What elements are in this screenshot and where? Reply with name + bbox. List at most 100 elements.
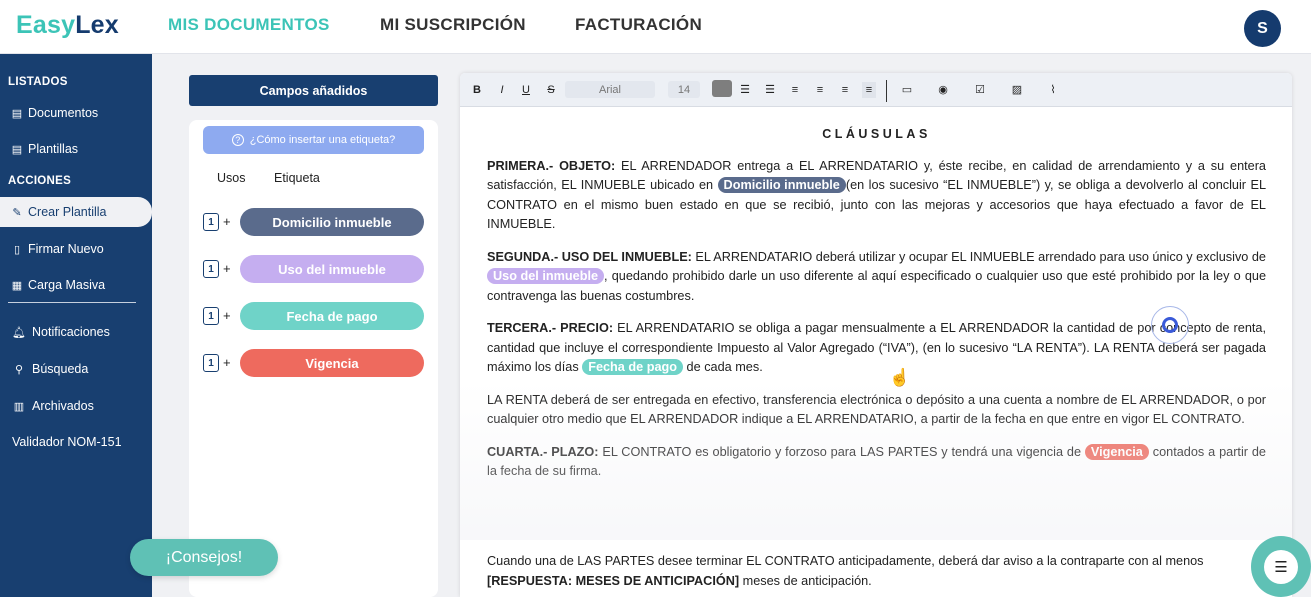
align-right-icon[interactable]: ≡ — [838, 82, 852, 98]
fields-panel-header: Campos añadidos — [189, 75, 438, 106]
clause-heading: PRIMERA.- OBJETO: — [487, 158, 616, 173]
clause-text: EL ARRENDATARIO deberá utilizar y ocupar… — [691, 249, 1266, 264]
sidebar-item-label: Archivados — [32, 399, 94, 413]
clause-text: , quedando prohibido darle un uso difere… — [487, 269, 1266, 303]
bulk-upload-icon: ▦ — [11, 279, 23, 292]
tips-button[interactable]: ¡Consejos! — [130, 539, 278, 576]
editor-toolbar: B I U S Arial 14 ☰ ☰ ≡ ≡ ≡ ≡ ▭ ◉ ☑ ▨ ⌇ — [460, 73, 1292, 107]
logo-part2: Lex — [75, 11, 119, 39]
template-icon: ▤ — [11, 143, 23, 156]
help-label: ¿Cómo insertar una etiqueta? — [249, 134, 396, 146]
sidebar-item-label: Plantillas — [28, 142, 79, 156]
sidebar-item-label: Documentos — [28, 106, 99, 120]
text-color-picker[interactable] — [712, 80, 732, 97]
clause-text: meses de anticipación. — [739, 573, 872, 588]
nav-mis-documentos[interactable]: MIS DOCUMENTOS — [168, 15, 330, 35]
numbered-list-icon[interactable]: ☰ — [763, 82, 777, 98]
tag-usage-count: 1 — [203, 260, 219, 278]
tag-button-uso[interactable]: Uso del inmueble — [240, 255, 424, 283]
nav-mi-suscripcion[interactable]: MI SUSCRIPCIÓN — [380, 15, 526, 35]
sidebar-item-validador[interactable]: Validador NOM-151 — [0, 427, 152, 457]
archive-icon: ▥ — [13, 400, 25, 413]
sidebar-item-label: Notificaciones — [32, 325, 110, 339]
document-title: CLÁUSULAS — [822, 127, 931, 141]
edit-icon: ✎ — [12, 206, 22, 219]
sidebar-divider — [8, 302, 136, 303]
italic-button[interactable]: I — [495, 82, 509, 98]
column-header-usos: Usos — [217, 171, 246, 185]
image-icon[interactable]: ▨ — [1010, 82, 1024, 98]
sidebar-section-listados: LISTADOS — [8, 76, 68, 88]
sidebar-item-busqueda[interactable]: ⚲ Búsqueda — [0, 354, 152, 384]
tag-usage-count: 1 — [203, 213, 219, 231]
sidebar-item-label: Crear Plantilla — [28, 205, 107, 219]
sidebar-item-plantillas[interactable]: ▤ Plantillas — [0, 134, 152, 164]
radio-icon[interactable]: ◉ — [936, 82, 950, 98]
tag-button-fecha-pago[interactable]: Fecha de pago — [240, 302, 424, 330]
clause-tercera: TERCERA.- PRECIO: EL ARRENDATARIO se obl… — [487, 319, 1266, 378]
sidebar-item-crear-plantilla[interactable]: ✎ Crear Plantilla — [0, 197, 152, 227]
sidebar-item-archivados[interactable]: ▥ Archivados — [0, 391, 152, 421]
sidebar-item-label: Firmar Nuevo — [28, 242, 104, 256]
clause-heading: SEGUNDA.- USO DEL INMUEBLE: — [487, 249, 692, 264]
sidebar-item-carga-masiva[interactable]: ▦ Carga Masiva — [0, 270, 152, 300]
search-icon: ⚲ — [14, 363, 24, 376]
sidebar-item-label: Búsqueda — [32, 362, 89, 376]
insert-field-icon[interactable]: ▭ — [900, 82, 914, 98]
column-header-etiqueta: Etiqueta — [274, 171, 320, 185]
sidebar-item-label: Carga Masiva — [28, 278, 106, 292]
avatar[interactable]: S — [1244, 10, 1281, 47]
chat-button[interactable]: ☰ — [1251, 536, 1311, 597]
logo[interactable]: EasyLex — [16, 11, 119, 40]
document-body[interactable]: CLÁUSULAS PRIMERA.- OBJETO: EL ARRENDADO… — [487, 125, 1266, 495]
clause-cuarta: CUARTA.- PLAZO: EL CONTRATO es obligator… — [487, 443, 1266, 482]
inline-tag-vigencia[interactable]: Vigencia — [1084, 443, 1149, 460]
tag-button-domicilio[interactable]: Domicilio inmueble — [240, 208, 424, 236]
sidebar-item-notificaciones[interactable]: 🔔︎ Notificaciones — [0, 317, 152, 347]
clause-text: EL CONTRATO es obligatorio y forzoso par… — [598, 444, 1085, 459]
question-icon: ? — [231, 134, 244, 146]
placeholder-response: [RESPUESTA: MESES DE ANTICIPACIÓN] — [487, 573, 740, 588]
align-center-icon[interactable]: ≡ — [813, 82, 827, 98]
nav-facturacion[interactable]: FACTURACIÓN — [575, 15, 702, 35]
clause-terminacion: Cuando una de LAS PARTES desee terminar … — [487, 552, 1266, 591]
underline-button[interactable]: U — [519, 82, 533, 98]
tag-usage-count: 1 — [203, 354, 219, 372]
clause-segunda: SEGUNDA.- USO DEL INMUEBLE: EL ARRENDATA… — [487, 248, 1266, 307]
inline-tag-uso[interactable]: Uso del inmueble — [487, 268, 605, 284]
bell-icon: 🔔︎ — [12, 326, 26, 339]
bullet-list-icon[interactable]: ☰ — [738, 82, 752, 98]
add-tag-plus-icon[interactable]: + — [223, 308, 231, 323]
sign-icon: ▯ — [13, 243, 21, 256]
click-indicator — [1151, 306, 1189, 344]
add-tag-plus-icon[interactable]: + — [223, 214, 231, 229]
clause-heading: TERCERA.- PRECIO: — [487, 321, 614, 335]
logo-part1: Easy — [16, 11, 76, 39]
inline-tag-fecha-pago[interactable]: Fecha de pago — [582, 359, 684, 375]
font-family-select[interactable]: Arial — [565, 81, 655, 98]
add-tag-plus-icon[interactable]: + — [223, 261, 231, 276]
clause-text: Cuando una de LAS PARTES desee terminar … — [487, 554, 1204, 568]
sidebar-item-firmar-nuevo[interactable]: ▯ Firmar Nuevo — [0, 234, 152, 264]
checkbox-icon[interactable]: ☑ — [973, 82, 987, 98]
sidebar-section-acciones: ACCIONES — [8, 175, 72, 187]
hand-cursor-icon: ☝ — [889, 368, 911, 387]
bold-button[interactable]: B — [470, 82, 484, 98]
font-size-select[interactable]: 14 — [668, 81, 700, 98]
add-tag-plus-icon[interactable]: + — [223, 355, 231, 370]
top-bar: EasyLex MIS DOCUMENTOS MI SUSCRIPCIÓN FA… — [0, 0, 1311, 54]
help-insert-tag-button[interactable]: ? ¿Cómo insertar una etiqueta? — [203, 126, 424, 154]
align-left-icon[interactable]: ≡ — [788, 82, 802, 98]
clause-text: de cada mes. — [683, 360, 763, 374]
strikethrough-button[interactable]: S — [544, 82, 558, 98]
clause-primera: PRIMERA.- OBJETO: EL ARRENDADOR entrega … — [487, 157, 1266, 235]
inline-tag-domicilio[interactable]: Domicilio inmueble — [717, 177, 846, 193]
attachment-icon[interactable]: ⌇ — [1046, 82, 1060, 98]
sidebar-item-documentos[interactable]: ▤ Documentos — [0, 98, 152, 128]
toolbar-separator — [886, 80, 887, 102]
sidebar: LISTADOS ▤ Documentos ▤ Plantillas ACCIONE… — [0, 54, 152, 597]
align-justify-icon[interactable]: ≡ — [862, 82, 876, 98]
tag-usage-count: 1 — [203, 307, 219, 325]
tag-button-vigencia[interactable]: Vigencia — [240, 349, 424, 377]
sidebar-item-label: Validador NOM-151 — [12, 435, 122, 449]
